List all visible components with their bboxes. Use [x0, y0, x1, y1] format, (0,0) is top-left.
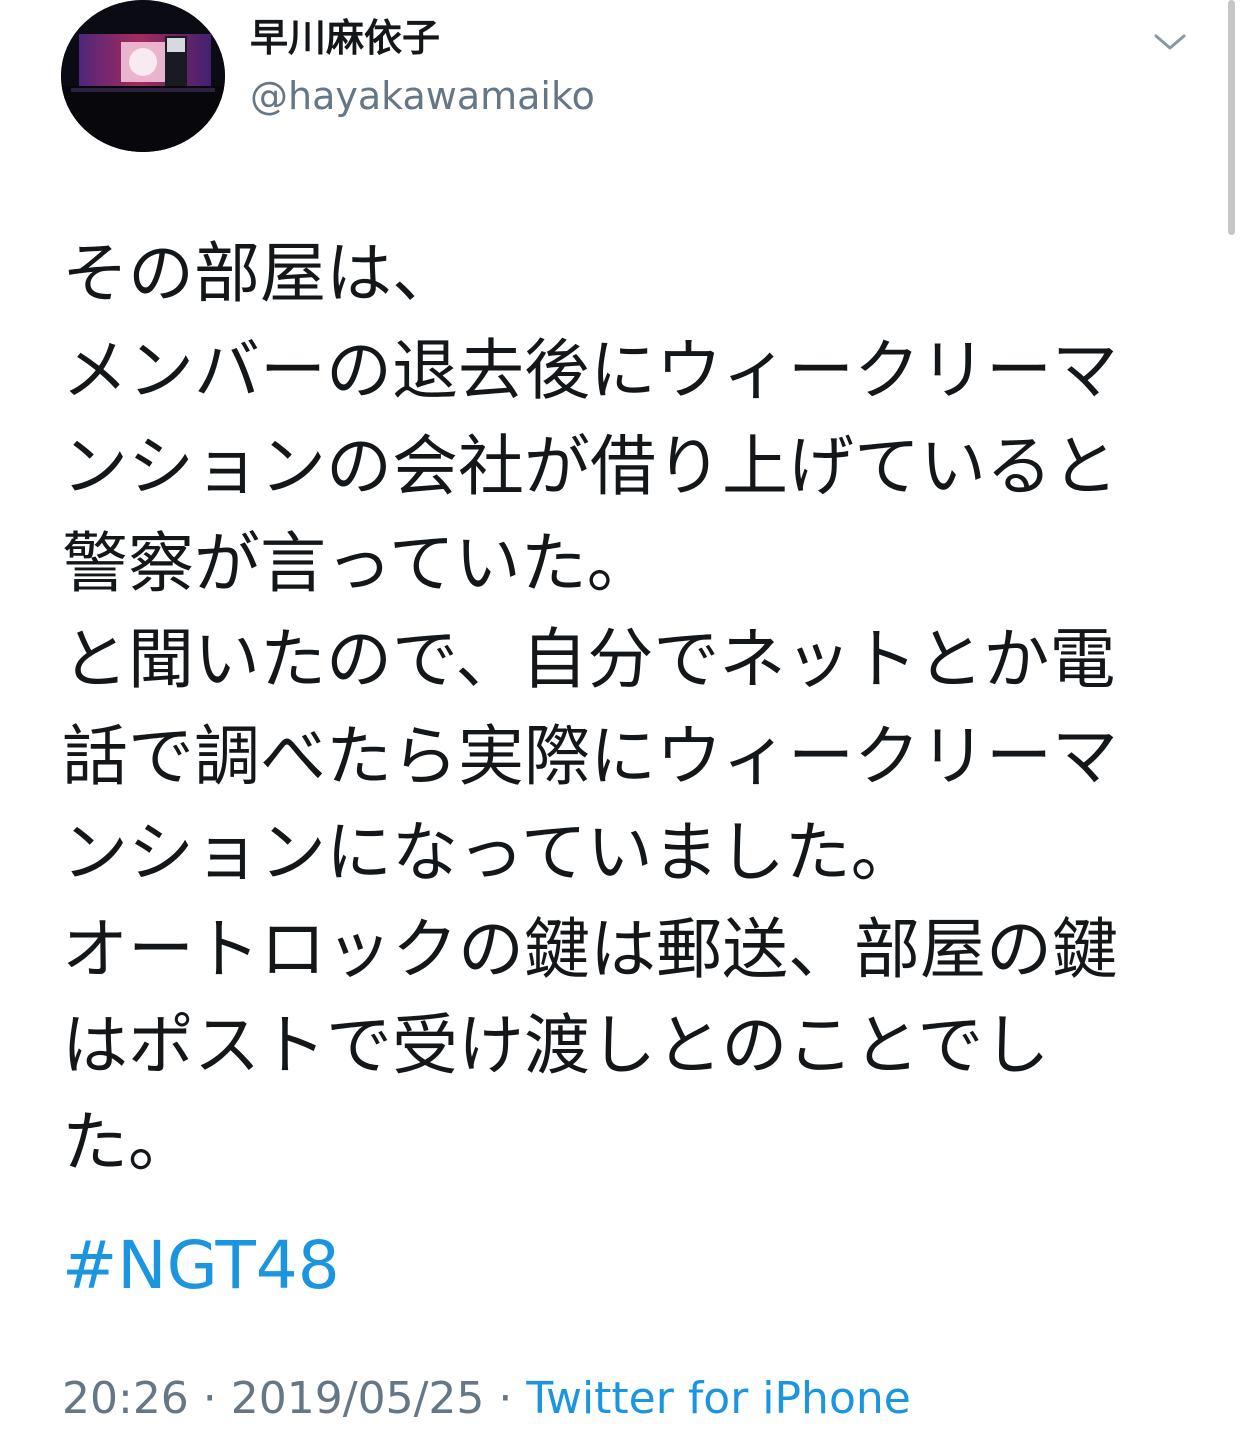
tweet-line: た。 — [62, 1103, 194, 1181]
tweet-line: メンバーの退去後にウィークリーマ — [62, 331, 1118, 409]
tweet-meta: 20:26 · 2019/05/25 · Twitter for iPhone — [62, 1373, 911, 1425]
meta-separator: · — [188, 1373, 231, 1424]
tweet-line: その部屋は、 — [62, 235, 458, 312]
meta-separator: · — [484, 1373, 527, 1424]
tweet-line: はポストで受け渡しとのことでし — [62, 1007, 1050, 1084]
scrollbar[interactable] — [1228, 0, 1235, 235]
tweet-line: と聞いたので、自分でネットとか電 — [62, 621, 1116, 698]
tweet-line: ンションになっていました。 — [62, 814, 917, 891]
tweet-detail: 早川麻依子 @hayakawamaiko その部屋は、 メンバーの退去後にウィー… — [0, 0, 1242, 1451]
author-handle[interactable]: @hayakawamaiko — [250, 72, 595, 120]
hashtag-link[interactable]: #NGT48 — [62, 1228, 340, 1304]
tweet-text: その部屋は、 メンバーの退去後にウィークリーマ ンションの会社が借り上げていると… — [62, 226, 1172, 1191]
tweet-time[interactable]: 20:26 — [62, 1373, 189, 1424]
author-name[interactable]: 早川麻依子 — [250, 14, 440, 62]
chevron-down-icon[interactable] — [1150, 26, 1190, 58]
tweet-date[interactable]: 2019/05/25 — [231, 1373, 485, 1424]
tweet-line: オートロックの鍵は郵送、部屋の鍵 — [62, 910, 1118, 988]
tweet-line: ンションの会社が借り上げていると — [62, 428, 1118, 505]
tweet-line: 話で調べたら実際にウィークリーマ — [62, 717, 1118, 795]
avatar-stage-photo — [61, 0, 225, 152]
tweet-source-link[interactable]: Twitter for iPhone — [526, 1373, 910, 1424]
tweet-line: 警察が言っていた。 — [62, 524, 653, 602]
avatar[interactable] — [61, 0, 225, 152]
